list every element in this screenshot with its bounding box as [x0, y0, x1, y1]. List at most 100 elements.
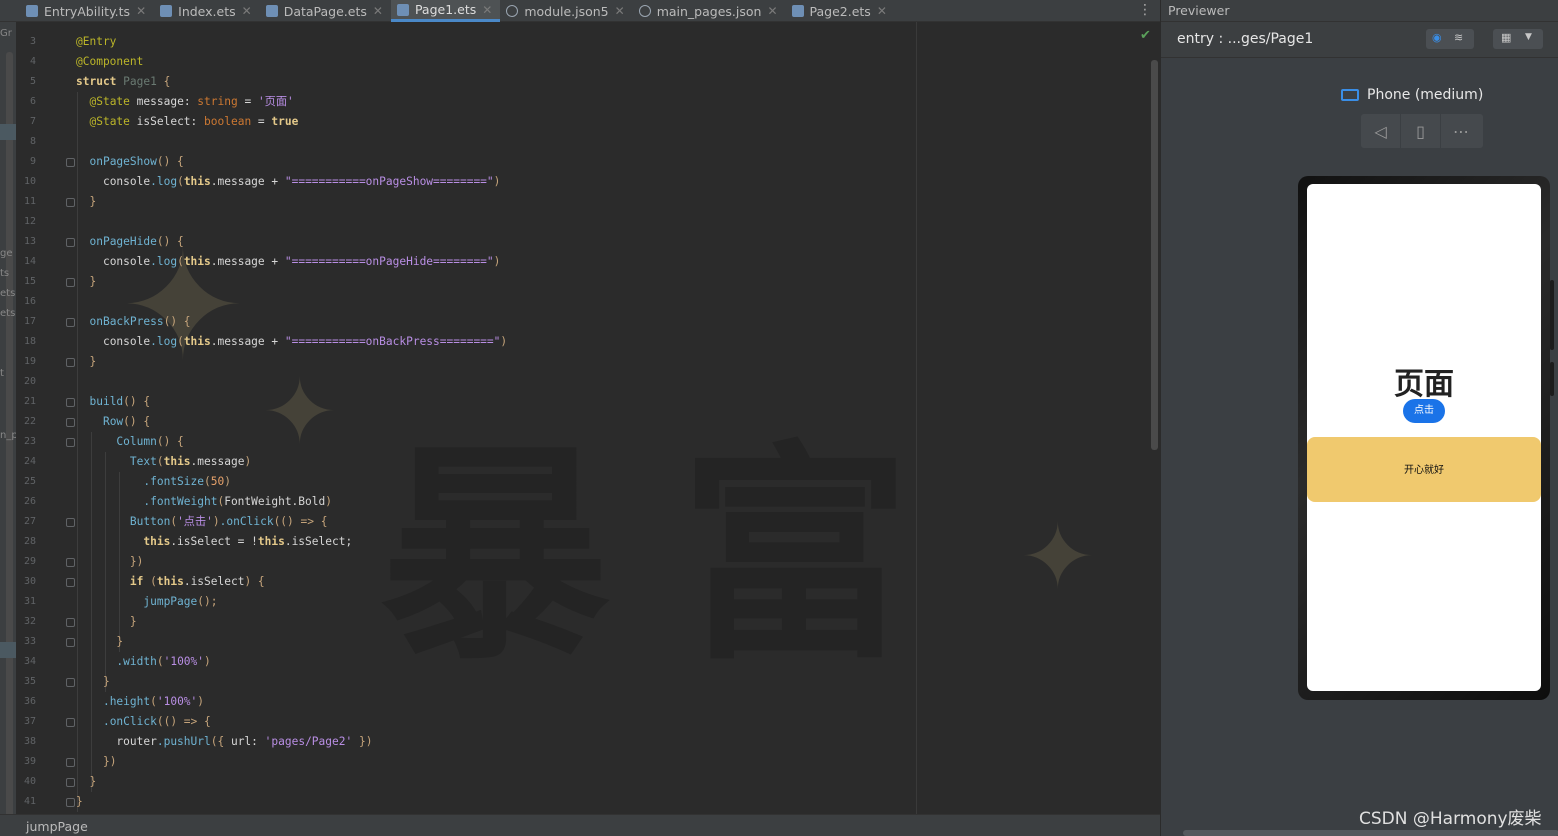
device-selector[interactable]: Phone (medium)	[1341, 86, 1483, 104]
code-line: struct Page1 {	[76, 75, 171, 88]
json-file-icon	[638, 5, 651, 17]
line-number: 32	[23, 616, 36, 627]
line-number: 17	[23, 316, 36, 327]
fold-toggle-icon[interactable]	[66, 618, 75, 627]
fold-toggle-icon[interactable]	[66, 198, 75, 207]
fold-toggle-icon[interactable]	[66, 158, 75, 167]
layers-icon[interactable]: ≋	[1454, 31, 1463, 44]
fold-toggle-icon[interactable]	[66, 638, 75, 647]
project-tree-item[interactable]: ets	[0, 308, 15, 319]
preview-page-path[interactable]: entry : ...ges/Page1	[1177, 31, 1313, 47]
line-number: 6	[29, 96, 36, 107]
rotate-icon[interactable]: ▯	[1401, 114, 1441, 148]
line-number: 15	[23, 276, 36, 287]
code-line: }	[129, 615, 137, 628]
line-number: 8	[29, 136, 36, 147]
fold-toggle-icon[interactable]	[66, 418, 75, 427]
close-icon[interactable]: ✕	[242, 4, 252, 18]
tab-module-json5[interactable]: module.json5 ✕	[500, 0, 632, 22]
fold-toggle-icon[interactable]	[66, 558, 75, 567]
layout-toggle-group[interactable]: ▦ ▼	[1493, 29, 1543, 49]
device-controls: ◁ ▯ ⋯	[1361, 114, 1483, 148]
csdn-watermark: CSDN @Harmony废柴	[1359, 809, 1542, 829]
line-number: 20	[23, 376, 36, 387]
inspector-toggle-group[interactable]: ◉ ≋	[1426, 29, 1474, 49]
project-tree-item[interactable]: n_p	[0, 430, 16, 441]
project-tree-item[interactable]: t	[0, 368, 4, 379]
tab-label: main_pages.json	[656, 3, 762, 19]
fold-toggle-icon[interactable]	[66, 778, 75, 787]
close-icon[interactable]: ✕	[767, 4, 777, 18]
tab-page1[interactable]: Page1.ets ✕	[390, 0, 501, 22]
line-number: 7	[29, 116, 36, 127]
app-yellow-row[interactable]: 开心就好	[1307, 437, 1541, 502]
ide-window: EntryAbility.ts ✕ Index.ets ✕ DataPage.e…	[0, 0, 1558, 836]
previewer-horizontal-scrollbar[interactable]	[1183, 830, 1558, 836]
line-number: 21	[23, 396, 36, 407]
project-tree-item[interactable]: ets	[0, 288, 15, 299]
line-number-gutter: 3 4 5 6 7 8 9 10 11 12 13 14 15 16 17 18 19 20 21 22 23 24 25 2…	[16, 32, 75, 812]
fold-toggle-icon[interactable]	[66, 718, 75, 727]
more-vertical-icon[interactable]: ⋮	[1138, 2, 1152, 18]
grid-icon[interactable]: ▦	[1501, 31, 1511, 44]
back-icon[interactable]: ◁	[1361, 114, 1401, 148]
line-number: 28	[23, 536, 36, 547]
more-icon[interactable]: ⋯	[1441, 114, 1481, 148]
fold-toggle-icon[interactable]	[66, 798, 75, 807]
line-number: 16	[23, 296, 36, 307]
fold-toggle-icon[interactable]	[66, 758, 75, 767]
close-icon[interactable]: ✕	[136, 4, 146, 18]
code-line: @Entry	[76, 35, 117, 48]
fold-toggle-icon[interactable]	[66, 578, 75, 587]
code-line: if (this.isSelect) {	[129, 575, 265, 588]
fold-toggle-icon[interactable]	[66, 678, 75, 687]
close-icon[interactable]: ✕	[877, 4, 887, 18]
project-tree-item[interactable]: Gr	[0, 28, 12, 39]
inspect-icon[interactable]: ◉	[1432, 31, 1442, 44]
device-name: Phone (medium)	[1367, 87, 1484, 103]
tab-entryability[interactable]: EntryAbility.ts ✕	[0, 0, 154, 22]
tab-main-pages-json[interactable]: main_pages.json ✕	[633, 0, 786, 22]
previewer-header: Previewer	[1161, 0, 1558, 22]
code-line: .height('100%')	[102, 695, 205, 708]
tab-index[interactable]: Index.ets ✕	[154, 0, 260, 22]
fold-toggle-icon[interactable]	[66, 438, 75, 447]
code-area[interactable]: @Entry @Component struct Page1 { @State …	[76, 32, 1156, 812]
code-line: Row() {	[102, 415, 151, 428]
code-line: Button('点击').onClick(() => {	[129, 515, 328, 528]
line-number: 4	[29, 56, 36, 67]
line-number: 27	[23, 516, 36, 527]
fold-toggle-icon[interactable]	[66, 358, 75, 367]
breadcrumb[interactable]: jumpPage	[26, 819, 88, 834]
line-number: 23	[23, 436, 36, 447]
line-number: 33	[23, 636, 36, 647]
fold-toggle-icon[interactable]	[66, 398, 75, 407]
project-tree-item[interactable]: ts	[0, 268, 9, 279]
code-line: }	[102, 675, 110, 688]
close-icon[interactable]: ✕	[615, 4, 625, 18]
close-icon[interactable]: ✕	[482, 3, 492, 17]
tab-page2[interactable]: Page2.ets ✕	[786, 0, 895, 22]
ets-file-icon	[160, 5, 173, 17]
chevron-down-icon[interactable]: ▼	[1525, 32, 1532, 42]
tab-label: EntryAbility.ts	[44, 3, 131, 19]
code-line: }	[89, 355, 97, 368]
fold-toggle-icon[interactable]	[66, 318, 75, 327]
line-number: 34	[23, 656, 36, 667]
line-number: 39	[23, 756, 36, 767]
close-icon[interactable]: ✕	[373, 4, 383, 18]
ts-file-icon	[26, 5, 38, 17]
fold-toggle-icon[interactable]	[66, 238, 75, 247]
fold-toggle-icon[interactable]	[66, 278, 75, 287]
code-line: .fontWeight(FontWeight.Bold)	[143, 495, 332, 508]
tab-datapage[interactable]: DataPage.ets ✕	[260, 0, 391, 22]
phone-frame: 页面 点击 开心就好	[1298, 176, 1550, 700]
phone-device-icon	[1341, 89, 1359, 101]
line-number: 40	[23, 776, 36, 787]
project-tree-item[interactable]: ge	[0, 248, 13, 259]
phone-side-button	[1550, 280, 1554, 350]
app-click-button[interactable]: 点击	[1403, 399, 1445, 423]
fold-toggle-icon[interactable]	[66, 518, 75, 527]
phone-screen[interactable]: 页面 点击 开心就好	[1307, 184, 1541, 691]
code-line: onPageHide() {	[89, 235, 184, 248]
